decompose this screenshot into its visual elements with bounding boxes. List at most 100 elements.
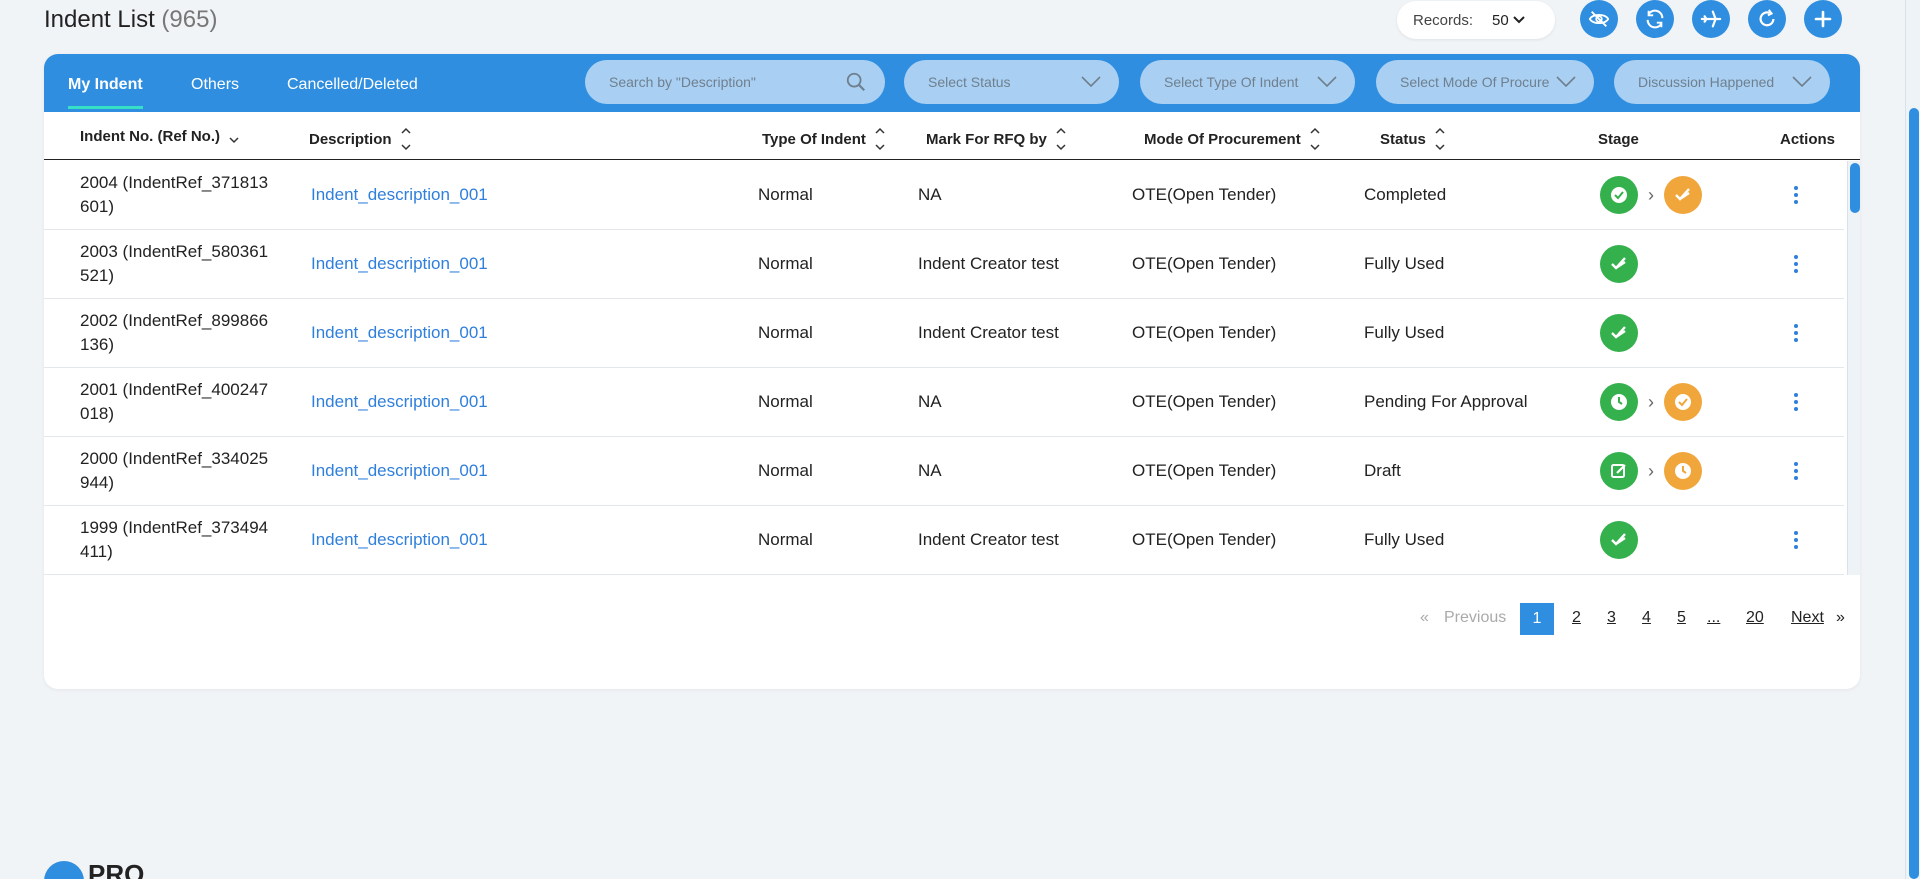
check-double-icon[interactable] [1600,314,1638,352]
row-actions-icon[interactable] [1790,462,1802,480]
brand-logo: PRO [44,859,144,879]
chevron-right-icon: › [1648,184,1654,205]
cell-description-link[interactable]: Indent_description_001 [311,185,488,205]
cell-mode: OTE(Open Tender) [1132,323,1277,342]
records-value[interactable]: 50 [1492,12,1525,29]
table-row: 2002 (IndentRef_899866 136) Indent_descr… [44,299,1844,368]
page-title-text: Indent List [44,6,155,33]
table-row: 2000 (IndentRef_334025 944) Indent_descr… [44,437,1844,506]
column-header-actions: Actions [1780,131,1835,148]
search-input[interactable]: Search by "Description" [585,60,885,104]
previous-page-link[interactable]: Previous [1444,609,1506,627]
cell-description-link[interactable]: Indent_description_001 [311,254,488,274]
cell-description-link[interactable]: Indent_description_001 [311,323,488,343]
brand-text: PRO [88,858,145,879]
sort-icon [400,127,411,151]
clock-icon[interactable] [1664,452,1702,490]
column-header-stage: Stage [1598,131,1639,148]
refresh-button[interactable] [1748,0,1786,38]
cell-mode: OTE(Open Tender) [1132,461,1277,480]
sort-desc-icon [229,137,239,144]
first-page-link[interactable]: « [1420,609,1429,627]
check-circle-icon[interactable] [1664,383,1702,421]
cell-type: Normal [758,530,813,549]
last-page-link[interactable]: » [1836,609,1845,627]
column-header-mode[interactable]: Mode Of Procurement [1144,126,1321,152]
add-indent-button[interactable] [1804,0,1842,38]
cell-description-link[interactable]: Indent_description_001 [311,530,488,550]
column-header-description[interactable]: Description [309,126,412,152]
check-double-icon[interactable] [1600,521,1638,559]
mode-filter-select[interactable]: Select Mode Of Procure [1376,60,1594,104]
cell-description-link[interactable]: Indent_description_001 [311,461,488,481]
table-toolbar: My Indent Others Cancelled/Deleted Searc… [44,54,1860,112]
page-link-3[interactable]: 3 [1607,609,1616,627]
page-link-4[interactable]: 4 [1642,609,1651,627]
chevron-down-icon [1556,76,1576,88]
discussion-filter-label: Discussion Happened [1638,74,1775,90]
plane-icon [1700,10,1722,28]
row-actions-icon[interactable] [1790,324,1802,342]
type-filter-label: Select Type Of Indent [1164,74,1299,90]
cell-stage: › [1600,383,1702,421]
cell-stage: › [1600,452,1702,490]
cell-status: Completed [1364,185,1447,204]
next-page-link[interactable]: Next [1791,609,1824,627]
status-filter-select[interactable]: Select Status [904,60,1119,104]
cell-ref: 2004 (IndentRef_371813 601) [80,173,269,216]
sort-icon [1310,127,1320,151]
mode-filter-label: Select Mode Of Procure [1400,74,1550,90]
chevron-down-icon [1792,76,1812,88]
edit-icon[interactable] [1600,452,1638,490]
page-ellipsis[interactable]: ... [1707,609,1720,627]
send-button[interactable] [1692,0,1730,38]
cell-rfq: NA [918,461,942,480]
chevron-right-icon: › [1648,391,1654,412]
tab-others[interactable]: Others [191,76,239,109]
row-actions-icon[interactable] [1790,393,1802,411]
row-actions-icon[interactable] [1790,255,1802,273]
row-actions-icon[interactable] [1790,186,1802,204]
page-scrollbar[interactable] [1905,0,1920,879]
check-double-icon[interactable] [1664,176,1702,214]
table-row: 2003 (IndentRef_580361 521) Indent_descr… [44,230,1844,299]
column-header-ref[interactable]: Indent No. (Ref No.) [80,126,240,146]
cell-ref: 1999 (IndentRef_373494 411) [80,518,269,561]
column-header-type[interactable]: Type Of Indent [762,126,886,152]
chevron-down-icon [1081,76,1101,88]
column-header-rfq[interactable]: Mark For RFQ by [926,126,1067,152]
sort-icon [1056,127,1066,151]
page-link-5[interactable]: 5 [1677,609,1686,627]
page-scrollbar-thumb[interactable] [1909,108,1919,879]
records-per-page-select[interactable]: Records: 50 [1397,1,1555,39]
cell-mode: OTE(Open Tender) [1132,185,1277,204]
discussion-filter-select[interactable]: Discussion Happened [1614,60,1830,104]
column-header-status[interactable]: Status [1380,126,1446,152]
sync-button[interactable] [1636,0,1674,38]
cell-status: Draft [1364,461,1401,480]
pagination: « Previous 1 2 3 4 5 ... 20 Next » [44,603,1860,635]
cell-mode: OTE(Open Tender) [1132,254,1277,273]
cell-rfq: Indent Creator test [918,530,1059,549]
check-double-icon[interactable] [1600,245,1638,283]
chevron-right-icon: › [1648,460,1654,481]
page-link-2[interactable]: 2 [1572,609,1581,627]
cell-stage [1600,314,1638,352]
logo-icon [44,861,84,879]
column-type-label: Type Of Indent [762,130,866,148]
search-placeholder: Search by "Description" [609,74,756,90]
page-link-20[interactable]: 20 [1746,609,1764,627]
row-actions-icon[interactable] [1790,531,1802,549]
cell-description-link[interactable]: Indent_description_001 [311,392,488,412]
check-circle-icon[interactable] [1600,176,1638,214]
tab-my-indent[interactable]: My Indent [68,76,143,109]
type-filter-select[interactable]: Select Type Of Indent [1140,60,1355,104]
page-link-1[interactable]: 1 [1520,603,1554,635]
clock-icon[interactable] [1600,383,1638,421]
table-scrollbar[interactable] [1847,161,1860,575]
tab-cancelled-deleted[interactable]: Cancelled/Deleted [287,76,418,109]
page-title: Indent List (965) [44,6,217,34]
cell-status: Fully Used [1364,323,1445,342]
hide-columns-button[interactable] [1580,0,1618,38]
table-scrollbar-thumb[interactable] [1850,163,1860,213]
